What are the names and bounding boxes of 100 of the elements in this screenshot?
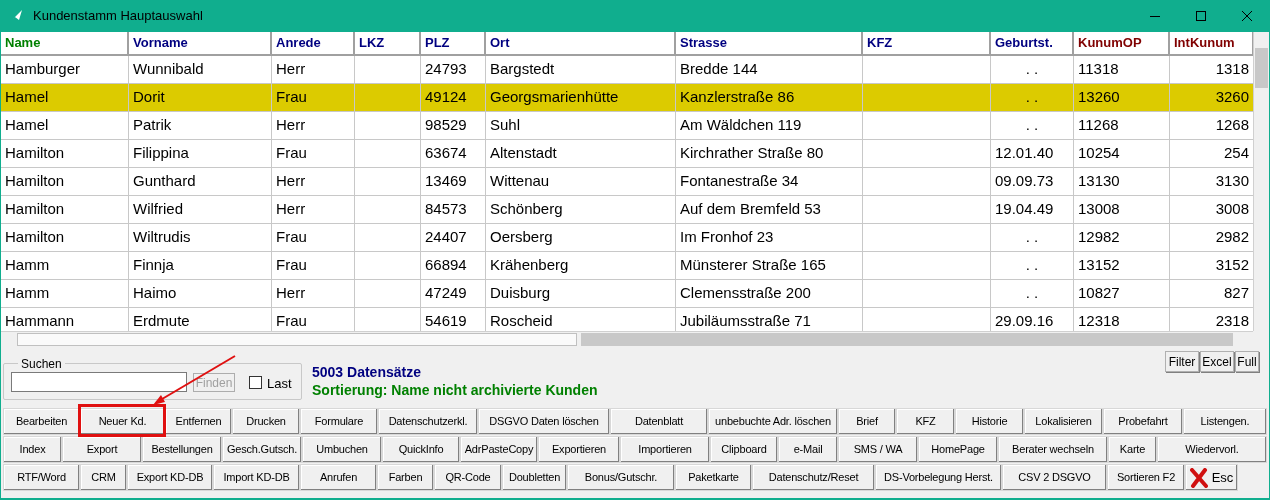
table-row[interactable]: Hamilton Wilfried Herr 84573 Schönberg Auf dem Bremfeld 53 19.04.49 13008 3008	[1, 196, 1253, 224]
last-checkbox[interactable]	[249, 376, 262, 389]
esc-button[interactable]: Esc	[1185, 464, 1238, 491]
table-cell-text: . .	[1025, 227, 1039, 248]
toolbar-button[interactable]: unbebuchte Adr. löschen	[708, 408, 838, 435]
table-cell-text: Herr	[276, 171, 306, 192]
table-cell-text: 3152	[1215, 255, 1249, 276]
table-row[interactable]: Hamel Dorit Frau 49124 Georgsmarienhütte Kanzlerstraße 86 . . 13260 3260	[1, 84, 1253, 112]
table-row[interactable]: Hamilton Wiltrudis Frau 24407 Oersberg Im Fronhof 23 . . 12982 2982	[1, 224, 1253, 252]
table-row[interactable]: Hamilton Filippina Frau 63674 Altenstadt Kirchrather Straße 80 12.01.40 10254 254	[1, 140, 1253, 168]
toolbar-button[interactable]: Datenblatt	[610, 408, 708, 435]
column-header[interactable]: Vorname	[129, 32, 272, 56]
table-row[interactable]: Hamm Finnja Frau 66894 Krähenberg Münsterer Straße 165 . . 13152 3152	[1, 252, 1253, 280]
table-cell-text: Roscheid	[490, 311, 553, 331]
column-header[interactable]: IntKunum	[1170, 32, 1253, 56]
table-cell-text: 11318	[1078, 59, 1119, 80]
table-cell-text: Wittenau	[490, 171, 550, 192]
table-cell-text: Bargstedt	[490, 59, 555, 80]
sort-info: Sortierung: Name nicht archivierte Kunden	[312, 381, 598, 400]
toolbar-button[interactable]: QR-Code	[434, 464, 502, 491]
view-button[interactable]: Full	[1235, 351, 1259, 372]
close-icon	[1242, 11, 1252, 21]
table-row[interactable]: Hamburger Wunnibald Herr 24793 Bargstedt Bredde 144 . . 11318 1318	[1, 56, 1253, 84]
table-cell-text: Jubiläumsstraße 71	[680, 311, 811, 331]
table-cell-text: 13260	[1078, 87, 1120, 108]
column-header[interactable]: Name	[1, 32, 129, 56]
column-header[interactable]: Ort	[486, 32, 676, 56]
toolbar-button[interactable]: DSGVO Daten löschen	[478, 408, 610, 435]
table-cell-text: 827	[1223, 283, 1249, 304]
toolbar-button[interactable]: HomePage	[918, 436, 998, 463]
table-cell-text: 09.09.73	[995, 171, 1054, 192]
toolbar-button[interactable]: Index	[3, 436, 62, 463]
table-cell-text: Haimo	[133, 283, 177, 304]
column-header[interactable]: KFZ	[863, 32, 991, 56]
table-row[interactable]: Hamm Haimo Herr 47249 Duisburg Clemensstraße 200 . . 10827 827	[1, 280, 1253, 308]
toolbar-button[interactable]: Gesch.Gutsch.	[222, 436, 302, 463]
toolbar-button[interactable]: Wiedervorl.	[1157, 436, 1267, 463]
table-cell-text: Hamilton	[5, 143, 65, 164]
toolbar-button[interactable]: CSV 2 DSGVO	[1002, 464, 1107, 491]
toolbar-button[interactable]: CRM	[80, 464, 127, 491]
toolbar-button[interactable]: Listengen.	[1183, 408, 1267, 435]
toolbar-button[interactable]: DS-Vorbelegung Herst.	[875, 464, 1002, 491]
column-header[interactable]: Geburtst.	[991, 32, 1074, 56]
toolbar-button[interactable]: Paketkarte	[675, 464, 752, 491]
search-field[interactable]	[11, 372, 187, 392]
toolbar-button[interactable]: SMS / WA	[838, 436, 918, 463]
table-cell-text: Gunthard	[133, 171, 196, 192]
column-header[interactable]: LKZ	[355, 32, 421, 56]
toolbar-button[interactable]: Farben	[377, 464, 434, 491]
toolbar-button[interactable]: Entfernen	[165, 408, 232, 435]
toolbar-button[interactable]: Anrufen	[300, 464, 377, 491]
toolbar-button[interactable]: Importieren	[620, 436, 710, 463]
table-row[interactable]: Hamel Patrik Herr 98529 Suhl Am Wäldchen 119 . . 11268 1268	[1, 112, 1253, 140]
toolbar-button[interactable]: Clipboard	[710, 436, 778, 463]
table-cell-text: Frau	[276, 227, 307, 248]
toolbar-button[interactable]: Formulare	[300, 408, 378, 435]
toolbar-button[interactable]: QuickInfo	[382, 436, 460, 463]
view-button[interactable]: Filter	[1165, 351, 1199, 372]
horizontal-scrollbar[interactable]	[1, 331, 1253, 347]
column-header[interactable]: KunumOP	[1074, 32, 1170, 56]
toolbar-button[interactable]: Umbuchen	[302, 436, 382, 463]
table-cell-text: 84573	[425, 199, 467, 220]
view-button[interactable]: Excel	[1200, 351, 1234, 372]
toolbar-button[interactable]: Export	[62, 436, 142, 463]
column-header[interactable]: Anrede	[272, 32, 355, 56]
toolbar-button[interactable]: Exportieren	[538, 436, 620, 463]
table-row[interactable]: Hamilton Gunthard Herr 13469 Wittenau Fontanestraße 34 09.09.73 13130 3130	[1, 168, 1253, 196]
table-cell-text: Suhl	[490, 115, 521, 136]
toolbar-button[interactable]: Lokalisieren	[1024, 408, 1103, 435]
toolbar-button[interactable]: Drucken	[232, 408, 300, 435]
vertical-scrollbar[interactable]	[1253, 32, 1269, 331]
toolbar-button[interactable]: Export KD-DB	[127, 464, 213, 491]
table-cell-text: . .	[1025, 59, 1039, 80]
toolbar-button[interactable]: Bearbeiten	[3, 408, 80, 435]
toolbar-button[interactable]: Import KD-DB	[213, 464, 300, 491]
toolbar-button[interactable]: Historie	[955, 408, 1024, 435]
column-header[interactable]: PLZ	[421, 32, 486, 56]
toolbar-button[interactable]: Sortieren F2	[1107, 464, 1185, 491]
toolbar-button[interactable]: Brief	[838, 408, 896, 435]
maximize-icon	[1196, 11, 1206, 21]
toolbar-button[interactable]: Bonus/Gutschr.	[567, 464, 675, 491]
table-cell-text: 2982	[1215, 227, 1249, 248]
table-cell-text: Am Wäldchen 119	[680, 115, 802, 136]
table-cell-text: 98529	[425, 115, 467, 136]
toolbar-button[interactable]: KFZ	[896, 408, 955, 435]
toolbar-button[interactable]: Karte	[1108, 436, 1157, 463]
table-cell-text: Auf dem Bremfeld 53	[680, 199, 821, 220]
toolbar-button[interactable]: Bestellungen	[142, 436, 222, 463]
toolbar-button[interactable]: Probefahrt	[1103, 408, 1183, 435]
table-cell-text: Bredde 144	[680, 59, 758, 80]
toolbar-button[interactable]: e-Mail	[778, 436, 838, 463]
toolbar-button[interactable]: Berater wechseln	[998, 436, 1108, 463]
record-count: 5003 Datensätze	[312, 363, 421, 382]
toolbar-button[interactable]: RTF/Word	[3, 464, 80, 491]
column-header[interactable]: Strasse	[676, 32, 863, 56]
toolbar-button[interactable]: Doubletten	[502, 464, 567, 491]
toolbar-button[interactable]: Datenschutz/Reset	[752, 464, 875, 491]
toolbar-button[interactable]: AdrPasteCopy	[460, 436, 538, 463]
table-cell-text: 47249	[425, 283, 467, 304]
toolbar-button[interactable]: Datenschutzerkl.	[378, 408, 478, 435]
